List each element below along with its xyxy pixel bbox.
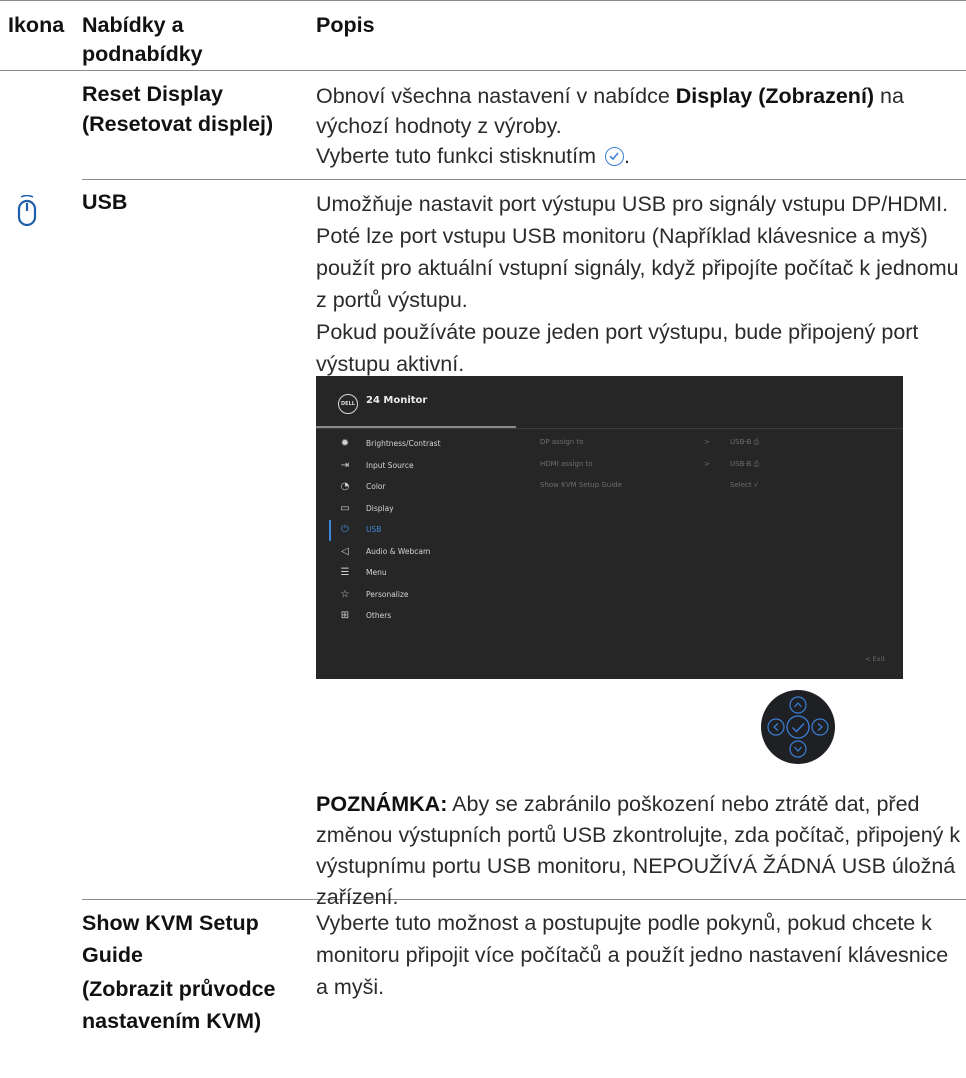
usb-mouse-icon: ⏻ — [341, 524, 349, 535]
usb-menu-name: USB — [82, 190, 128, 214]
usb-note: POZNÁMKA: Aby se zabránilo poškození neb… — [316, 789, 966, 913]
osd-nav-item-usb: ⏻ USB — [316, 520, 516, 542]
osd-option-label: DP assign to — [540, 438, 584, 446]
osd-nav-item-audio-webcam: ◁ Audio & Webcam — [316, 542, 516, 564]
osd-nav-label: Color — [366, 482, 386, 491]
osd-nav-label: Personalize — [366, 589, 409, 599]
speaker-icon: ◁ — [341, 545, 349, 557]
kvm-menu-name: Show KVM Setup Guide — [82, 911, 259, 967]
osd-nav-label: Menu — [366, 568, 387, 577]
column-header-menus: Nabídky a podnabídky — [82, 13, 203, 66]
palette-icon: ◔ — [340, 481, 350, 492]
others-icon: ⊞ — [340, 610, 350, 621]
reset-desc-line2: Vyberte tuto funkci stisknutím — [316, 144, 597, 168]
monitor-icon: ▭ — [340, 502, 350, 514]
osd-nav-item-input-source: ⇥ Input Source — [316, 456, 516, 478]
usb-desc-paragraph-2: Pokud používáte pouze jeden port výstupu… — [316, 320, 919, 376]
osd-nav-label: Brightness/Contrast — [366, 439, 441, 448]
osd-option-label: Show KVM Setup Guide — [540, 481, 622, 489]
osd-header: DELL 24 Monitor — [316, 376, 903, 429]
column-header-description: Popis — [316, 13, 375, 37]
usb-mouse-icon — [16, 194, 38, 232]
osd-nav-label: Input Source — [366, 460, 414, 470]
osd-menu-screenshot: DELL 24 Monitor ✹ Brightness/Contrast ⇥ Inp… — [316, 376, 903, 679]
osd-nav-list: ✹ Brightness/Contrast ⇥ Input Source ◔ Color ▭… — [316, 434, 516, 628]
osd-nav-item-personalize: ☆ Personalize — [316, 585, 516, 607]
reset-desc-bold: Display (Zobrazení) — [675, 84, 875, 108]
joystick-icon — [761, 690, 835, 764]
osd-nav-item-display: ▭ Display — [316, 499, 516, 521]
osd-option-label: HDMI assign to — [540, 459, 593, 468]
osd-header-underline — [316, 426, 516, 428]
sun-icon: ✹ — [340, 438, 350, 449]
dell-logo: DELL — [338, 394, 358, 414]
osd-nav-item-others: ⊞ Others — [316, 606, 516, 628]
osd-exit: < Exit — [865, 655, 885, 663]
input-icon: ⇥ — [340, 459, 350, 471]
reset-display-description: Obnoví všechna nastavení v nabídce Displ… — [316, 81, 961, 171]
osd-option-value: USB-B ⎙ — [730, 438, 760, 446]
note-label: POZNÁMKA: — [316, 792, 448, 816]
kvm-description: Vyberte tuto možnost a postupujte podle … — [316, 911, 949, 999]
kvm-menu-name-translation: (Zobrazit průvodce nastavením KVM) — [82, 977, 276, 1033]
table-top-rule — [0, 0, 966, 1]
osd-nav-item-color: ◔ Color — [316, 477, 516, 499]
osd-nav-label: Others — [366, 611, 392, 620]
column-header-icon: Ikona — [8, 13, 65, 37]
osd-title: 24 Monitor — [366, 395, 428, 406]
row-rule-reset — [82, 179, 966, 180]
osd-option-arrow: > — [704, 438, 710, 446]
reset-desc-end: . — [624, 144, 630, 168]
usb-desc-paragraph-1: Umožňuje nastavit port výstupu USB pro s… — [316, 192, 959, 312]
osd-option-value: USB-B ⎙ — [730, 459, 760, 468]
menu-icon: ☰ — [340, 567, 350, 578]
reset-display-name: Reset Display (Resetovat displej) — [82, 82, 274, 136]
osd-option-value: Select √ — [730, 481, 759, 489]
osd-nav-item-brightness-contrast: ✹ Brightness/Contrast — [316, 434, 516, 456]
reset-desc-text1: Obnoví všechna nastavení v nabídce — [316, 84, 676, 108]
osd-nav-item-menu: ☰ Menu — [316, 563, 516, 585]
osd-nav-label: USB — [366, 525, 382, 534]
check-circle-icon — [605, 147, 624, 166]
usb-description: Umožňuje nastavit port výstupu USB pro s… — [316, 188, 966, 380]
header-bottom-rule — [0, 70, 966, 71]
osd-nav-label: Display — [366, 503, 394, 513]
osd-option-arrow: > — [704, 459, 710, 468]
osd-nav-label: Audio & Webcam — [366, 546, 431, 556]
star-icon: ☆ — [340, 588, 350, 600]
